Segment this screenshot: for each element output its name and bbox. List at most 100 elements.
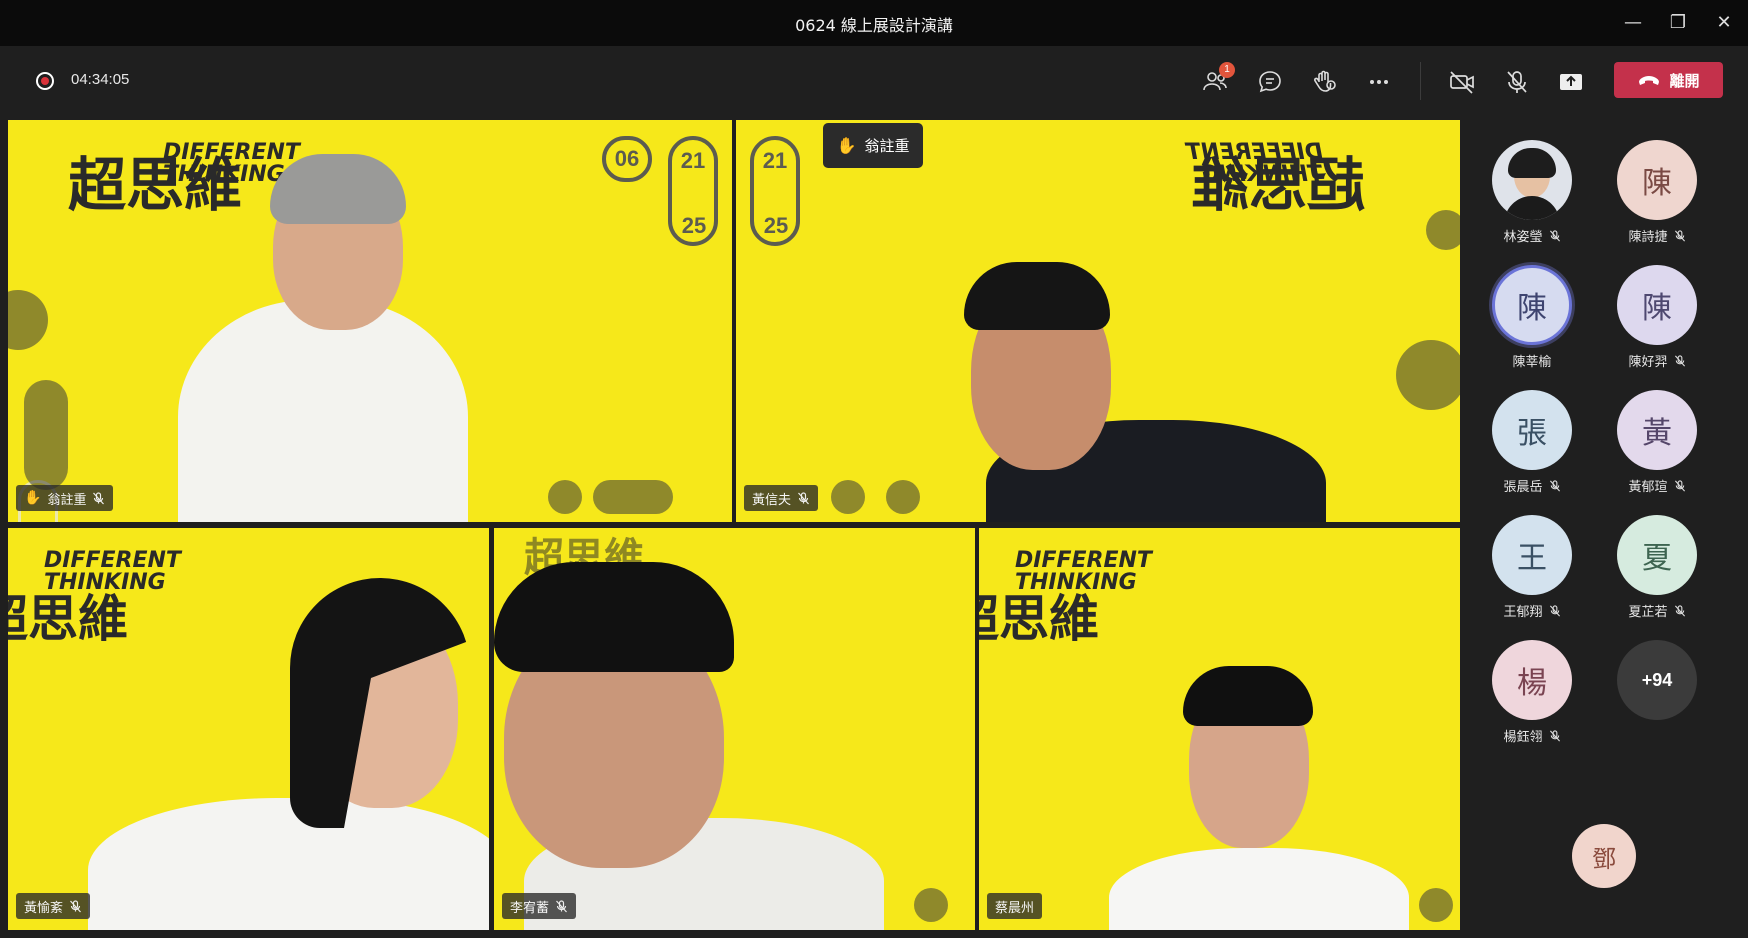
participant-name-tag: ✋ 翁註重 <box>16 485 114 511</box>
muted-mic-icon <box>1549 229 1560 241</box>
date-badge: 25 <box>763 213 789 238</box>
decor-shape <box>1419 888 1453 922</box>
participant-name: 黃信夫 <box>752 492 792 508</box>
share-tray-icon <box>1560 74 1582 90</box>
avatar: 陳 <box>1492 265 1572 345</box>
raised-hand-notification: ✋ 翁註重 <box>823 123 923 168</box>
window-title: 0624 線上展設計演講 <box>795 16 953 35</box>
decor-shape <box>1426 210 1460 250</box>
participant-name-tag: 黃愉紊 <box>16 893 91 919</box>
muted-mic-icon <box>1549 729 1560 741</box>
roster-participant[interactable]: 黃 黃郁瑄 <box>1602 390 1712 495</box>
roster-name: 夏芷若 <box>1628 605 1668 620</box>
video-tile[interactable]: DIFFERENT THINKING 超思維 21 25 黃信夫 <box>736 120 1460 522</box>
avatar: 夏 <box>1617 515 1697 595</box>
avatar: 王 <box>1492 515 1572 595</box>
title-bar: 0624 線上展設計演講 — ❐ ✕ <box>0 0 1748 46</box>
video-tile[interactable]: DIFFERENTTHINKING 超思維 蔡晨州 <box>979 528 1460 930</box>
restore-button[interactable]: ❐ <box>1665 10 1691 36</box>
roster-participant[interactable]: 夏 夏芷若 <box>1602 515 1712 620</box>
roster-participant[interactable]: 王 王郁翔 <box>1477 515 1587 620</box>
roster-participant[interactable]: 張 張晨岳 <box>1477 390 1587 495</box>
decor-shape <box>1396 340 1460 410</box>
muted-mic-icon <box>1549 604 1560 616</box>
muted-mic-icon <box>798 491 809 504</box>
participant-name-tag: 蔡晨州 <box>987 893 1043 919</box>
brand-en: DIFFERENT THINKING <box>1015 548 1152 595</box>
roster-participant[interactable]: 陳 陳莘榆 <box>1477 265 1587 370</box>
decor-shape <box>886 480 920 514</box>
meeting-timer: 04:34:05 <box>71 71 130 88</box>
brand-zh: 超思維 <box>979 590 1099 648</box>
participant-name: 蔡晨州 <box>995 900 1035 916</box>
decor-shape <box>548 480 582 514</box>
self-view-avatar[interactable]: 鄧 <box>1572 824 1636 888</box>
muted-mic-icon <box>93 491 105 504</box>
brand-zh: 超思維 <box>1191 151 1366 219</box>
more-participants-button[interactable]: +94 <box>1602 640 1712 720</box>
roster-name: 王郁翔 <box>1503 605 1543 620</box>
raised-hand-icon: ✋ <box>836 136 857 155</box>
muted-mic-icon <box>1674 604 1685 616</box>
avatar: 黃 <box>1617 390 1697 470</box>
muted-mic-icon <box>1674 354 1685 366</box>
roster-name: 陳好羿 <box>1628 355 1668 370</box>
more-participants-count: +94 <box>1617 640 1697 720</box>
reactions-button[interactable] <box>1306 64 1342 100</box>
decor-shape <box>831 480 865 514</box>
date-badge: 25 <box>681 213 707 238</box>
participant-gallery: 林姿瑩 陳 陳詩捷 陳 陳莘榆 陳 陳好羿 張 張晨岳 黃 黃郁瑄 王 王郁翔 … <box>1463 114 1748 938</box>
chat-button[interactable] <box>1252 64 1288 100</box>
roster-name: 林姿瑩 <box>1503 230 1543 245</box>
participant-name: 翁註重 <box>47 492 87 508</box>
close-button[interactable]: ✕ <box>1711 10 1737 36</box>
decor-shape <box>593 480 673 514</box>
participant-name-tag: 李宥蓄 <box>502 893 577 919</box>
leave-button[interactable]: 離開 <box>1614 62 1723 98</box>
teams-meeting-window: 0624 線上展設計演講 — ❐ ✕ 04:34:05 1 離開 DIFFERE… <box>0 0 1748 938</box>
chat-icon <box>1259 71 1281 93</box>
ellipsis-icon <box>1370 80 1388 84</box>
video-tile[interactable]: 超思維 李宥蓄 <box>494 528 975 930</box>
video-tile[interactable]: DIFFERENT THINKING 超思維 06 21 25 ✋ 翁註重 <box>8 120 732 522</box>
avatar: 陳 <box>1617 140 1697 220</box>
date-badge: 06 <box>602 136 652 182</box>
brand-zh: 超思維 <box>68 151 243 219</box>
avatar: 張 <box>1492 390 1572 470</box>
camera-toggle-button[interactable] <box>1444 64 1480 100</box>
raise-hand-reaction-icon <box>1314 70 1336 92</box>
muted-mic-icon <box>1549 479 1560 491</box>
roster-participant[interactable]: 林姿瑩 <box>1477 140 1587 245</box>
minimize-button[interactable]: — <box>1620 10 1646 36</box>
decor-shape <box>914 888 948 922</box>
video-tile[interactable]: DIFFERENTTHINKING 超思維 黃愉紊 <box>8 528 489 930</box>
recording-icon <box>36 72 54 90</box>
avatar <box>1492 140 1572 220</box>
mic-off-icon <box>1507 71 1527 93</box>
roster-participant[interactable]: 楊 楊鈺翎 <box>1477 640 1587 745</box>
participants-button[interactable]: 1 <box>1197 62 1235 100</box>
roster-participant[interactable]: 陳 陳好羿 <box>1602 265 1712 370</box>
muted-mic-icon <box>1674 479 1685 491</box>
roster-name: 陳莘榆 <box>1512 355 1552 370</box>
camera-off-icon <box>1450 71 1474 94</box>
brand-zh: 超思維 <box>8 590 128 648</box>
avatar: 楊 <box>1492 640 1572 720</box>
brand-en: DIFFERENT THINKING <box>44 548 181 595</box>
muted-mic-icon <box>556 899 567 912</box>
hang-up-icon <box>1639 76 1660 85</box>
muted-mic-icon <box>1674 229 1685 241</box>
more-actions-button[interactable] <box>1361 64 1397 100</box>
raised-hand-name: 翁註重 <box>864 137 910 155</box>
share-screen-button[interactable] <box>1553 64 1589 100</box>
avatar: 陳 <box>1617 265 1697 345</box>
toolbar-divider <box>1420 62 1421 100</box>
roster-name: 楊鈺翎 <box>1503 730 1543 745</box>
leave-label: 離開 <box>1669 71 1700 90</box>
participant-name: 黃愉紊 <box>24 900 64 916</box>
roster-name: 黃郁瑄 <box>1628 480 1668 495</box>
mic-toggle-button[interactable] <box>1499 64 1535 100</box>
meeting-toolbar: 04:34:05 1 離開 <box>0 46 1748 114</box>
roster-participant[interactable]: 陳 陳詩捷 <box>1602 140 1712 245</box>
participant-name-tag: 黃信夫 <box>744 485 819 511</box>
